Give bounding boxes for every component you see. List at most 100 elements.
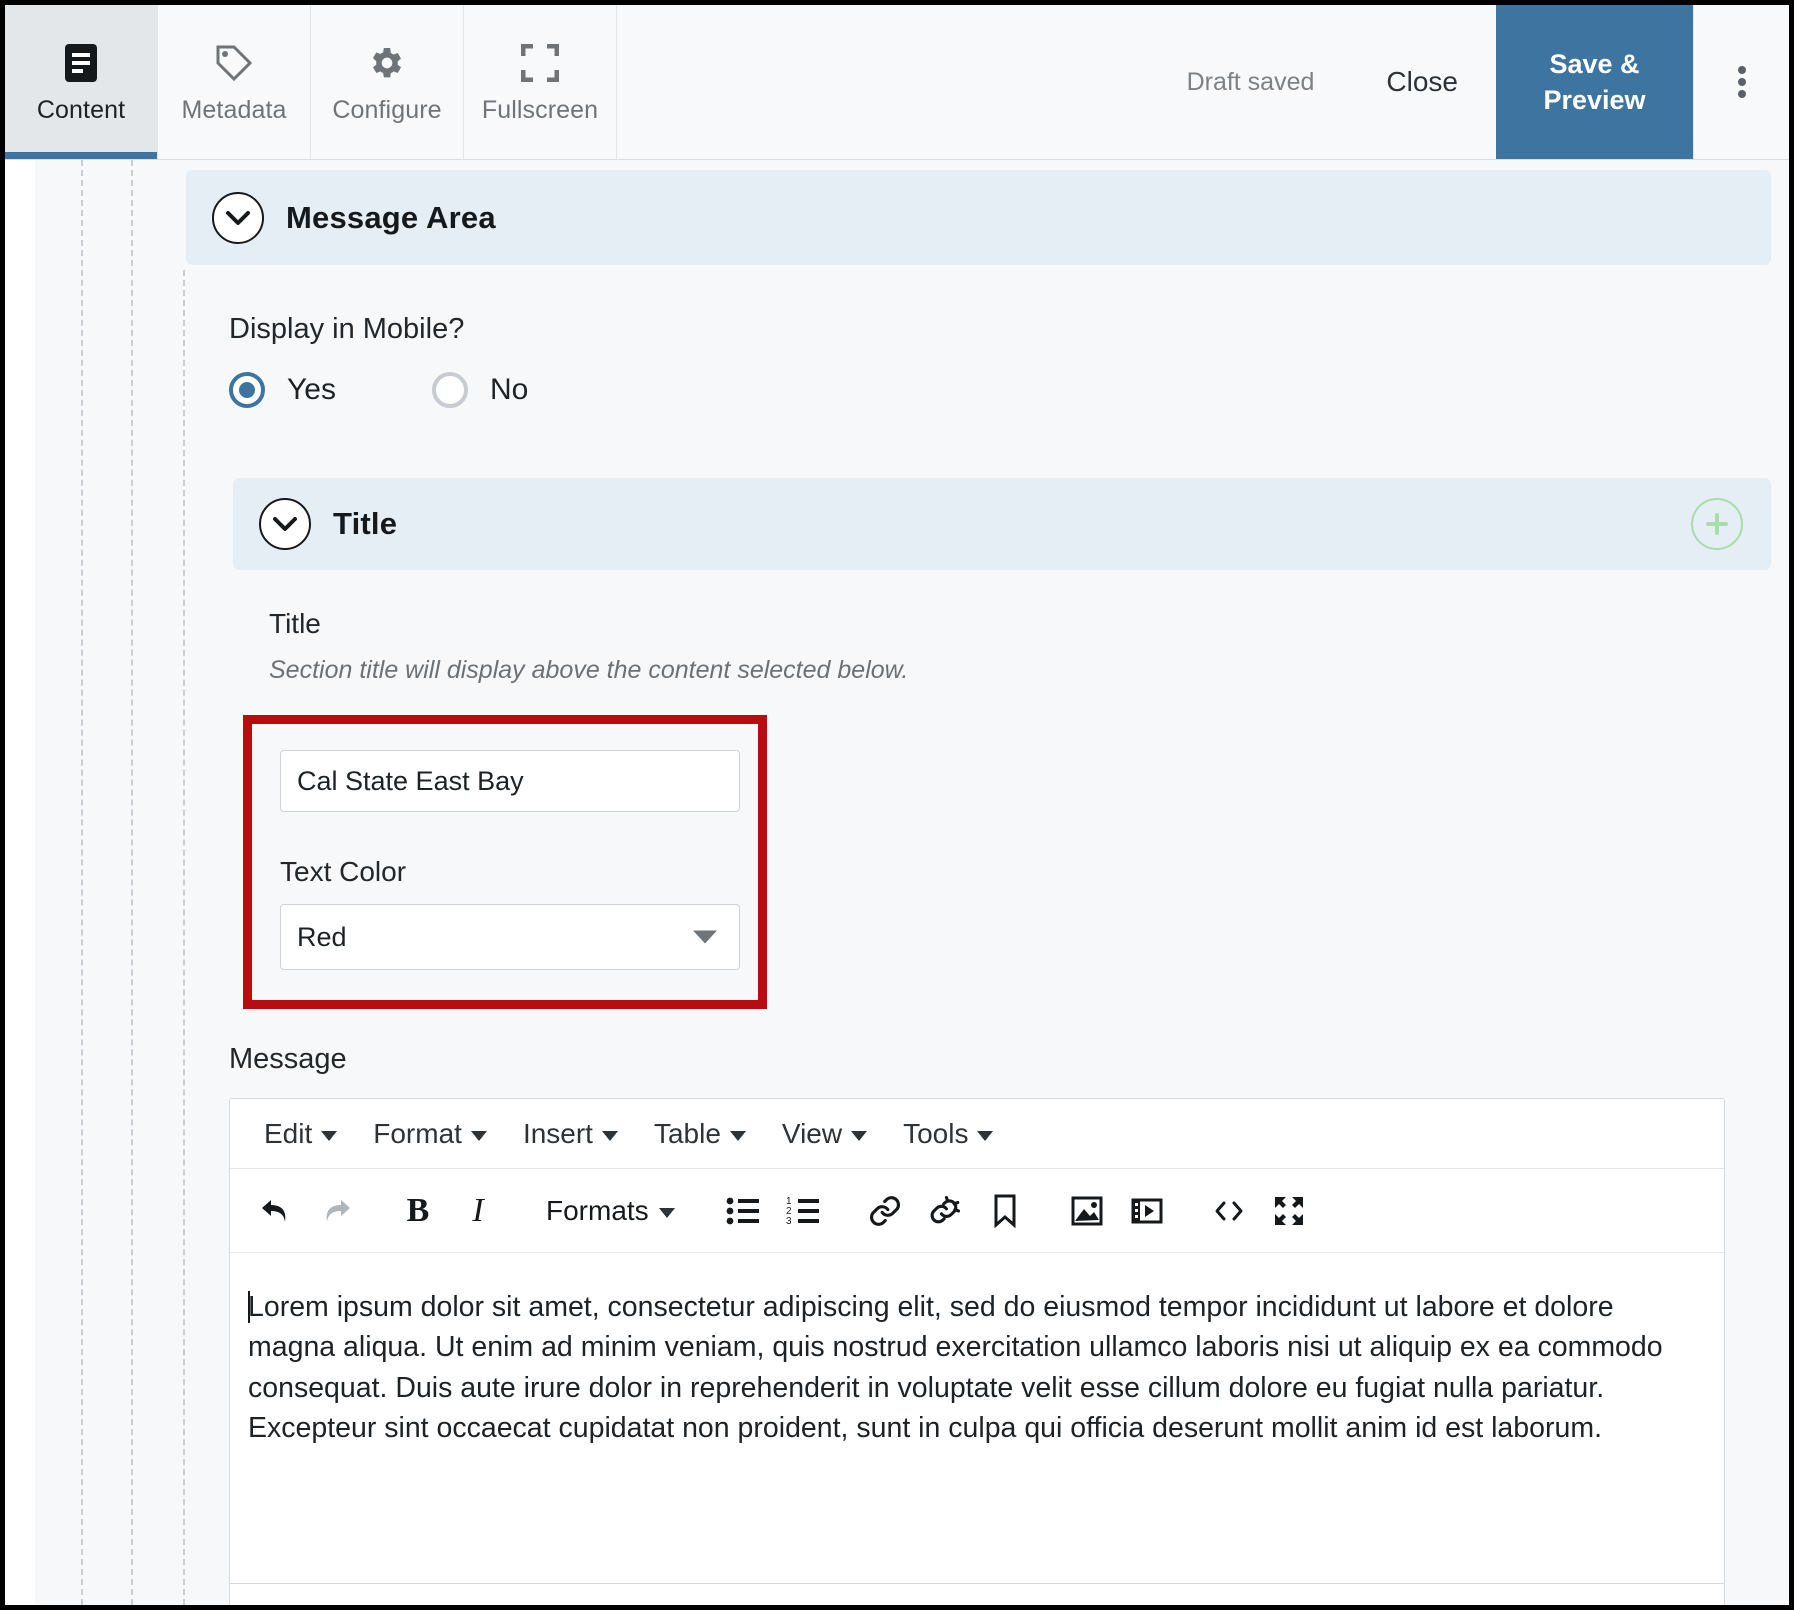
remove-link-icon[interactable] (915, 1181, 975, 1241)
menu-table-label: Table (653, 1117, 721, 1149)
tab-metadata-label: Metadata (181, 95, 287, 124)
gutter-line (183, 270, 185, 1605)
source-code-icon[interactable] (1199, 1181, 1259, 1241)
menu-table[interactable]: Table (636, 1112, 764, 1156)
menu-format[interactable]: Format (355, 1112, 505, 1156)
gutter-line (131, 160, 133, 1605)
text-color-select[interactable]: Red (280, 904, 740, 970)
layout-gutters (35, 160, 175, 1605)
redo-icon[interactable] (306, 1181, 366, 1241)
italic-glyph: I (472, 1191, 484, 1229)
tab-fullscreen[interactable]: Fullscreen (464, 5, 617, 159)
chevron-down-icon (601, 1130, 618, 1141)
radio-indicator (229, 372, 265, 408)
svg-text:3: 3 (786, 1216, 792, 1226)
chevron-down-icon (321, 1130, 338, 1141)
numbered-list-icon[interactable]: 1 2 3 (773, 1181, 833, 1241)
formats-dropdown[interactable]: Formats (530, 1181, 691, 1241)
fullscreen-icon (521, 40, 559, 86)
chevron-down-icon (729, 1130, 746, 1141)
message-label: Message (229, 1043, 347, 1075)
radio-indicator (431, 372, 468, 408)
kebab-dot (1737, 66, 1746, 74)
editor-window: Content Metadata Configure Fullscreen Dr… (0, 0, 1794, 1610)
display-in-mobile-field: Display in Mobile? Yes No (183, 265, 1789, 408)
menu-format-label: Format (373, 1117, 462, 1149)
insert-link-icon[interactable] (855, 1181, 915, 1241)
text-color-label: Text Color (280, 856, 407, 887)
menu-view-label: View (781, 1117, 843, 1149)
top-toolbar: Content Metadata Configure Fullscreen Dr… (5, 5, 1789, 160)
menu-insert-label: Insert (522, 1117, 593, 1149)
menu-tools[interactable]: Tools (885, 1112, 1011, 1156)
plus-circle-icon[interactable] (1691, 498, 1743, 550)
title-field-hint: Section title will display above the con… (269, 656, 909, 684)
tab-content[interactable]: Content (5, 5, 158, 159)
close-button[interactable]: Close (1348, 5, 1496, 159)
section-title-title: Title (333, 506, 398, 541)
content-column: Message Area Display in Mobile? Yes No T… (175, 160, 1789, 1605)
chevron-down-icon (693, 930, 717, 944)
title-input[interactable]: Cal State East Bay (280, 750, 740, 812)
section-header-title[interactable]: Title (233, 478, 1771, 570)
gutter-line (81, 160, 83, 1605)
radio-option-no[interactable]: No (431, 372, 529, 408)
title-field-label: Title (269, 608, 321, 639)
save-and-preview-button[interactable]: Save & Preview (1496, 5, 1693, 159)
chevron-down-icon (977, 1130, 994, 1141)
undo-icon[interactable] (246, 1181, 306, 1241)
insert-image-icon[interactable] (1057, 1181, 1117, 1241)
display-in-mobile-label: Display in Mobile? (229, 313, 465, 345)
section-header-message-area[interactable]: Message Area (186, 170, 1771, 265)
highlight-annotation-box: Cal State East Bay Text Color Red (243, 715, 767, 1009)
text-color-select-value: Red (297, 921, 347, 952)
tab-fullscreen-label: Fullscreen (481, 95, 599, 124)
editor-paragraph[interactable]: Lorem ipsum dolor sit amet, consectetur … (248, 1287, 1694, 1449)
chevron-down-icon (658, 1207, 675, 1218)
menu-view[interactable]: View (764, 1112, 885, 1156)
display-in-mobile-radio-group: Yes No (229, 372, 1789, 408)
draft-status: Draft saved (1186, 67, 1315, 96)
message-field: Message Edit Format Insert Table View To… (183, 1009, 1789, 1605)
menu-tools-label: Tools (903, 1117, 969, 1149)
gear-icon (367, 40, 407, 86)
editor-menubar: Edit Format Insert Table View Tools (230, 1099, 1724, 1169)
formats-dropdown-label: Formats (546, 1194, 649, 1226)
document-icon (64, 40, 98, 86)
radio-option-yes[interactable]: Yes (229, 372, 336, 408)
bold-glyph: B (406, 1191, 430, 1229)
section-title-message-area: Message Area (286, 199, 496, 235)
kebab-menu-icon[interactable] (1693, 5, 1789, 159)
fullscreen-icon[interactable] (1259, 1181, 1319, 1241)
chevron-down-icon[interactable] (212, 191, 264, 244)
editor-canvas: Message Area Display in Mobile? Yes No T… (5, 160, 1789, 1605)
chevron-down-icon (851, 1130, 868, 1141)
kebab-dot (1737, 78, 1746, 86)
menu-insert[interactable]: Insert (505, 1112, 636, 1156)
editor-toolbar: B I Formats 1 2 3 (230, 1169, 1724, 1253)
anchor-bookmark-icon[interactable] (975, 1181, 1035, 1241)
bullet-list-icon[interactable] (713, 1181, 773, 1241)
rich-text-editor: Edit Format Insert Table View Tools B I … (229, 1098, 1725, 1605)
kebab-dot (1737, 90, 1746, 98)
radio-option-no-label: No (489, 373, 529, 406)
tab-configure[interactable]: Configure (311, 5, 464, 159)
insert-media-icon[interactable] (1117, 1181, 1177, 1241)
chevron-down-icon (470, 1130, 487, 1141)
menu-edit-label: Edit (264, 1117, 313, 1149)
chevron-down-icon[interactable] (259, 498, 311, 550)
editor-content-area[interactable]: Lorem ipsum dolor sit amet, consectetur … (230, 1253, 1724, 1583)
tab-configure-label: Configure (332, 95, 442, 124)
menu-edit[interactable]: Edit (246, 1112, 355, 1156)
italic-icon[interactable]: I (448, 1181, 508, 1241)
radio-option-yes-label: Yes (287, 373, 336, 406)
editor-body-text: Lorem ipsum dolor sit amet, consectetur … (248, 1291, 1663, 1445)
tag-icon (214, 40, 254, 86)
tab-metadata[interactable]: Metadata (158, 5, 311, 159)
title-fields: Title Section title will display above t… (183, 570, 1789, 1009)
bold-icon[interactable]: B (388, 1181, 448, 1241)
editor-statusbar: p (230, 1583, 1724, 1605)
tab-content-label: Content (36, 95, 126, 124)
